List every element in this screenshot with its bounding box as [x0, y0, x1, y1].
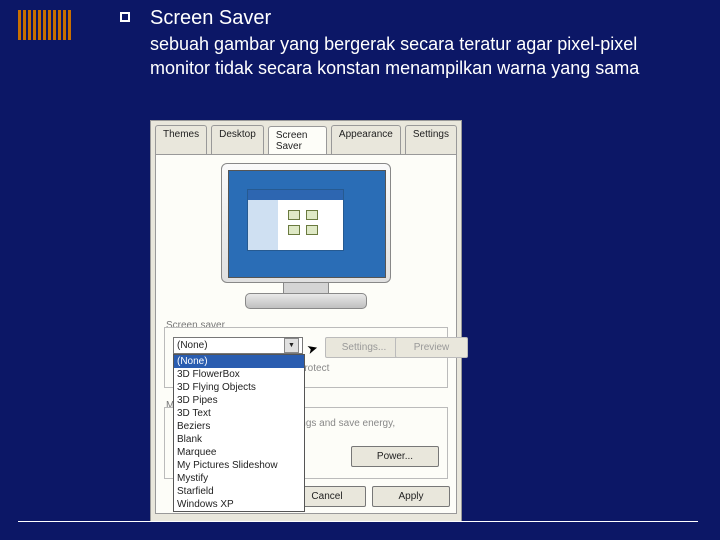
- tab-strip: Themes Desktop Screen Saver Appearance S…: [151, 121, 461, 154]
- screenshot-dialog: Themes Desktop Screen Saver Appearance S…: [150, 120, 462, 522]
- apply-button[interactable]: Apply: [372, 486, 450, 507]
- slide-description: sebuah gambar yang bergerak secara terat…: [150, 32, 650, 81]
- screensaver-dropdown[interactable]: (None) 3D FlowerBox 3D Flying Objects 3D…: [173, 354, 305, 512]
- dropdown-item[interactable]: My Pictures Slideshow: [174, 459, 304, 472]
- tab-settings[interactable]: Settings: [405, 125, 457, 154]
- dropdown-item[interactable]: 3D FlowerBox: [174, 368, 304, 381]
- preview-button[interactable]: Preview: [395, 337, 468, 358]
- cursor-icon: ➤: [305, 340, 320, 358]
- slide-title: Screen Saver: [150, 7, 271, 30]
- dropdown-item[interactable]: 3D Text: [174, 407, 304, 420]
- screensaver-combo[interactable]: (None) ▼: [173, 337, 303, 354]
- chevron-down-icon: ▼: [284, 338, 299, 353]
- tab-panel: Screen saver (None) ▼ ➤ Settings... Prev…: [155, 154, 457, 514]
- tab-appearance[interactable]: Appearance: [331, 125, 401, 154]
- dropdown-item[interactable]: 3D Pipes: [174, 394, 304, 407]
- tab-screen-saver[interactable]: Screen Saver: [268, 126, 327, 155]
- tab-themes[interactable]: Themes: [155, 125, 207, 154]
- dropdown-item[interactable]: Mystify: [174, 472, 304, 485]
- screensaver-group: (None) ▼ ➤ Settings... Preview Wait: On …: [164, 327, 448, 388]
- bullet-icon: [120, 12, 130, 22]
- dropdown-item[interactable]: Starfield: [174, 485, 304, 498]
- monitor-preview: [206, 163, 406, 309]
- dropdown-item[interactable]: Marquee: [174, 446, 304, 459]
- tab-desktop[interactable]: Desktop: [211, 125, 264, 154]
- dropdown-item[interactable]: Beziers: [174, 420, 304, 433]
- dropdown-item[interactable]: Blank: [174, 433, 304, 446]
- divider: [18, 521, 698, 522]
- dropdown-item[interactable]: 3D Flying Objects: [174, 381, 304, 394]
- dropdown-item[interactable]: (None): [174, 355, 304, 368]
- combo-value: (None): [177, 340, 208, 351]
- settings-button[interactable]: Settings...: [325, 337, 403, 358]
- power-button[interactable]: Power...: [351, 446, 439, 467]
- mini-window-icon: [247, 189, 344, 251]
- dropdown-item[interactable]: Windows XP: [174, 498, 304, 511]
- slide-decoration: [18, 10, 71, 40]
